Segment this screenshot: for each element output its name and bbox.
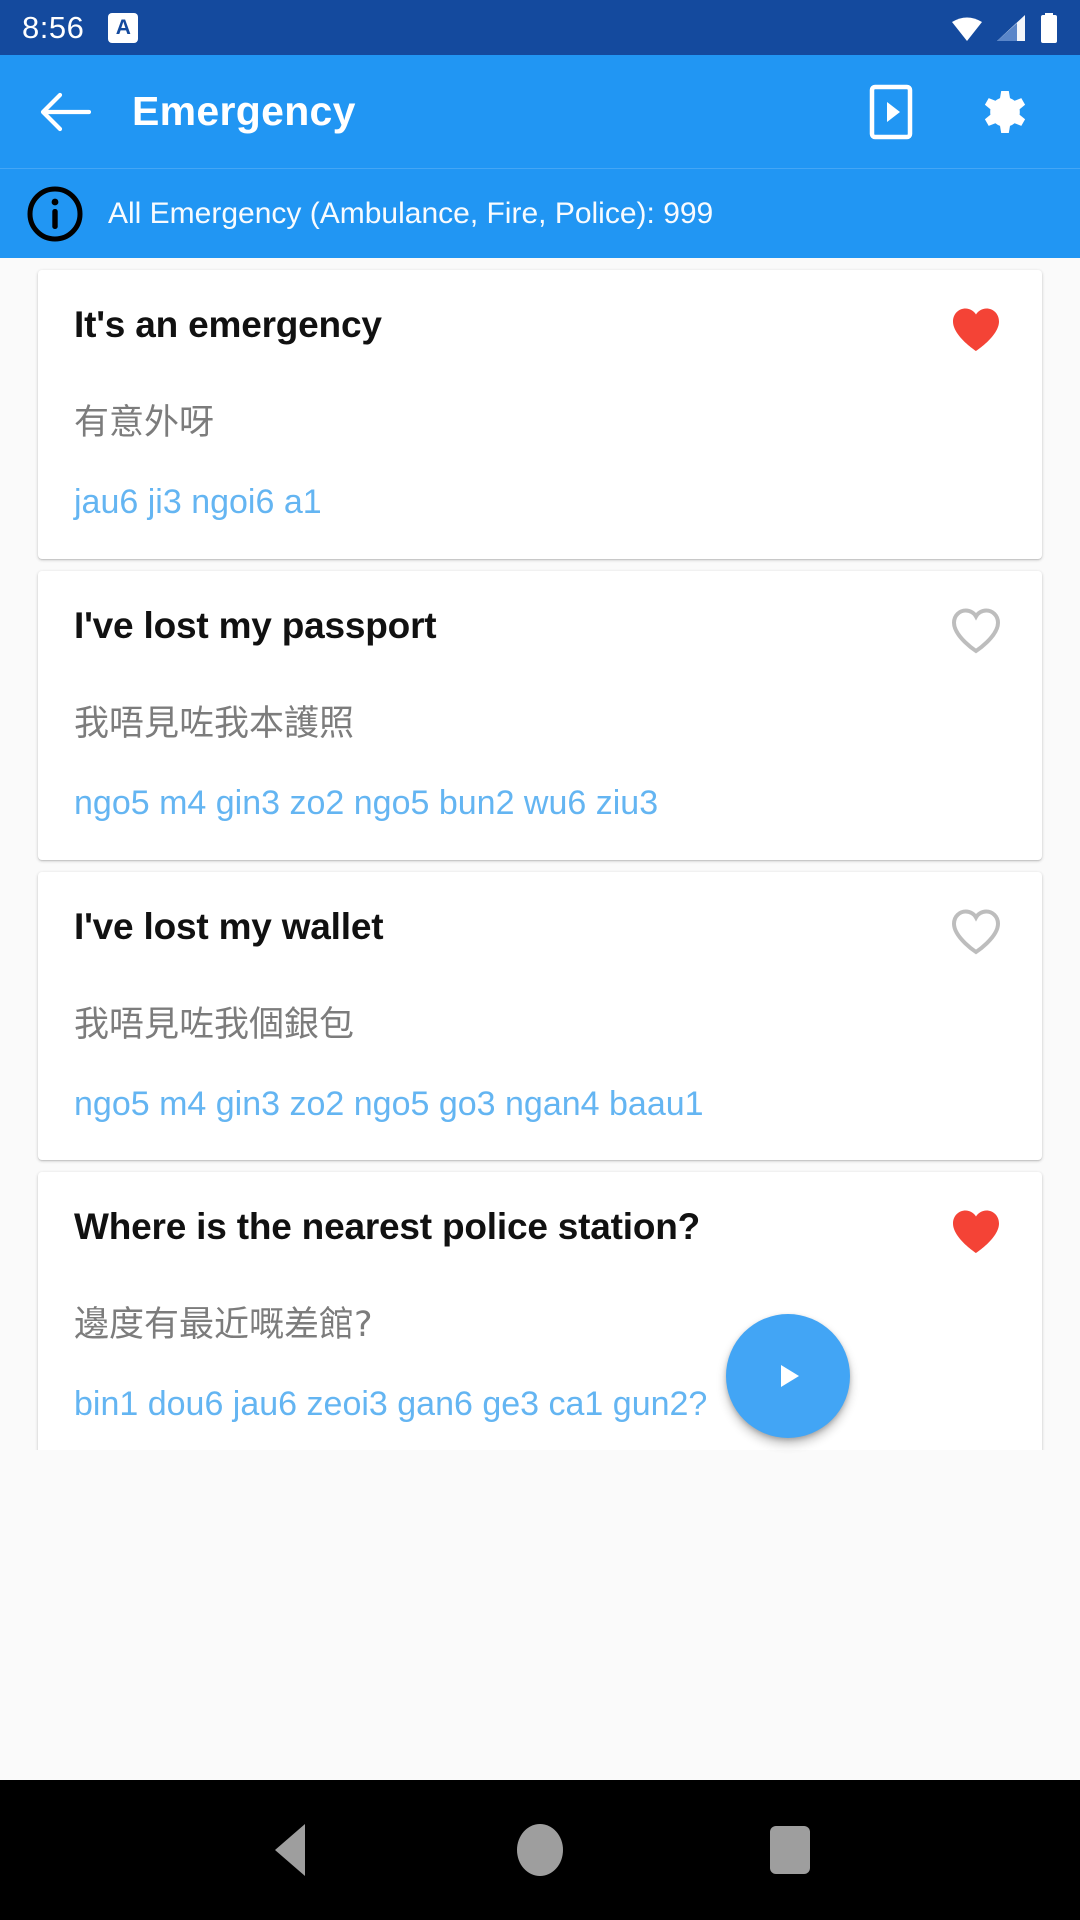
phone-play-icon bbox=[869, 84, 913, 139]
nav-back-icon bbox=[275, 1824, 305, 1876]
info-banner[interactable]: All Emergency (Ambulance, Fire, Police):… bbox=[0, 168, 1080, 258]
favorite-button[interactable] bbox=[946, 1202, 1006, 1262]
phrase-chinese: 邊度有最近嘅差館? bbox=[74, 1305, 373, 1346]
phrase-chinese: 有意外呀 bbox=[74, 403, 215, 443]
battery-icon bbox=[1041, 12, 1057, 43]
heart-outline-icon bbox=[951, 909, 1001, 954]
gear-icon bbox=[984, 90, 1026, 133]
favorite-button[interactable] bbox=[946, 300, 1006, 360]
app-bar: Emergency bbox=[0, 55, 1080, 168]
phrase-romanization: ngo5 m4 gin3 zo2 ngo5 go3 ngan4 baau1 bbox=[74, 1084, 704, 1123]
heart-filled-icon bbox=[953, 1210, 999, 1254]
status-bar: 8:56 A bbox=[0, 0, 1080, 55]
phone-screen: 8:56 A Emergency All Emergency (Ambulanc… bbox=[0, 0, 1080, 1920]
info-banner-text: All Emergency (Ambulance, Fire, Police):… bbox=[108, 196, 714, 230]
phrase-chinese: 我唔見咗我本護照 bbox=[74, 703, 355, 744]
card-header: I've lost my passport bbox=[74, 605, 1006, 661]
phrase-romanization: ngo5 m4 gin3 zo2 ngo5 bun2 wu6 ziu3 bbox=[74, 783, 659, 822]
wifi-icon bbox=[952, 17, 982, 41]
phrase-english: I've lost my wallet bbox=[74, 905, 384, 947]
notification-a-icon: A bbox=[108, 12, 139, 43]
settings-button[interactable] bbox=[976, 83, 1034, 141]
app-bar-actions bbox=[862, 83, 1046, 141]
favorite-button[interactable] bbox=[946, 902, 1006, 962]
phone-play-button[interactable] bbox=[862, 83, 920, 141]
list-item[interactable]: Where is the nearest police station? 邊度有… bbox=[38, 1172, 1042, 1450]
card-header: Where is the nearest police station? bbox=[74, 1206, 1006, 1262]
phrase-list[interactable]: It's an emergency 有意外呀 jau6 ji3 ngoi6 a1… bbox=[0, 258, 1080, 1450]
phrase-english: It's an emergency bbox=[74, 304, 382, 345]
list-item[interactable]: It's an emergency 有意外呀 jau6 ji3 ngoi6 a1 bbox=[38, 270, 1042, 559]
status-indicators bbox=[950, 12, 1058, 43]
page-title: Emergency bbox=[132, 88, 356, 134]
nav-recents-button[interactable] bbox=[665, 1780, 915, 1920]
card-header: I've lost my wallet bbox=[74, 906, 1006, 962]
system-nav-bar bbox=[0, 1780, 1080, 1920]
phrase-romanization: bin1 dou6 jau6 zeoi3 gan6 ge3 ca1 gun2? bbox=[74, 1385, 708, 1424]
heart-outline-icon bbox=[951, 608, 1001, 654]
list-item[interactable]: I've lost my passport 我唔見咗我本護照 ngo5 m4 g… bbox=[38, 570, 1042, 860]
card-header: It's an emergency bbox=[74, 304, 1006, 360]
phrase-chinese: 我唔見咗我個銀包 bbox=[74, 1004, 355, 1045]
play-fab-button[interactable] bbox=[726, 1314, 850, 1438]
list-item[interactable]: I've lost my wallet 我唔見咗我個銀包 ngo5 m4 gin… bbox=[38, 871, 1042, 1161]
nav-recents-icon bbox=[770, 1826, 810, 1874]
heart-filled-icon bbox=[953, 308, 999, 351]
status-time: 8:56 bbox=[22, 9, 85, 45]
nav-home-button[interactable] bbox=[415, 1780, 665, 1920]
nav-back-button[interactable] bbox=[165, 1780, 415, 1920]
signal-icon bbox=[997, 14, 1025, 41]
info-circle-icon bbox=[24, 183, 86, 245]
phrase-english: Where is the nearest police station? bbox=[74, 1206, 701, 1248]
phrase-english: I've lost my passport bbox=[74, 604, 437, 646]
back-button[interactable] bbox=[34, 81, 96, 143]
phrase-romanization: jau6 ji3 ngoi6 a1 bbox=[74, 483, 322, 521]
nav-home-icon bbox=[517, 1824, 563, 1876]
play-icon bbox=[781, 1365, 799, 1387]
favorite-button[interactable] bbox=[946, 601, 1006, 661]
back-arrow-icon bbox=[40, 92, 91, 131]
